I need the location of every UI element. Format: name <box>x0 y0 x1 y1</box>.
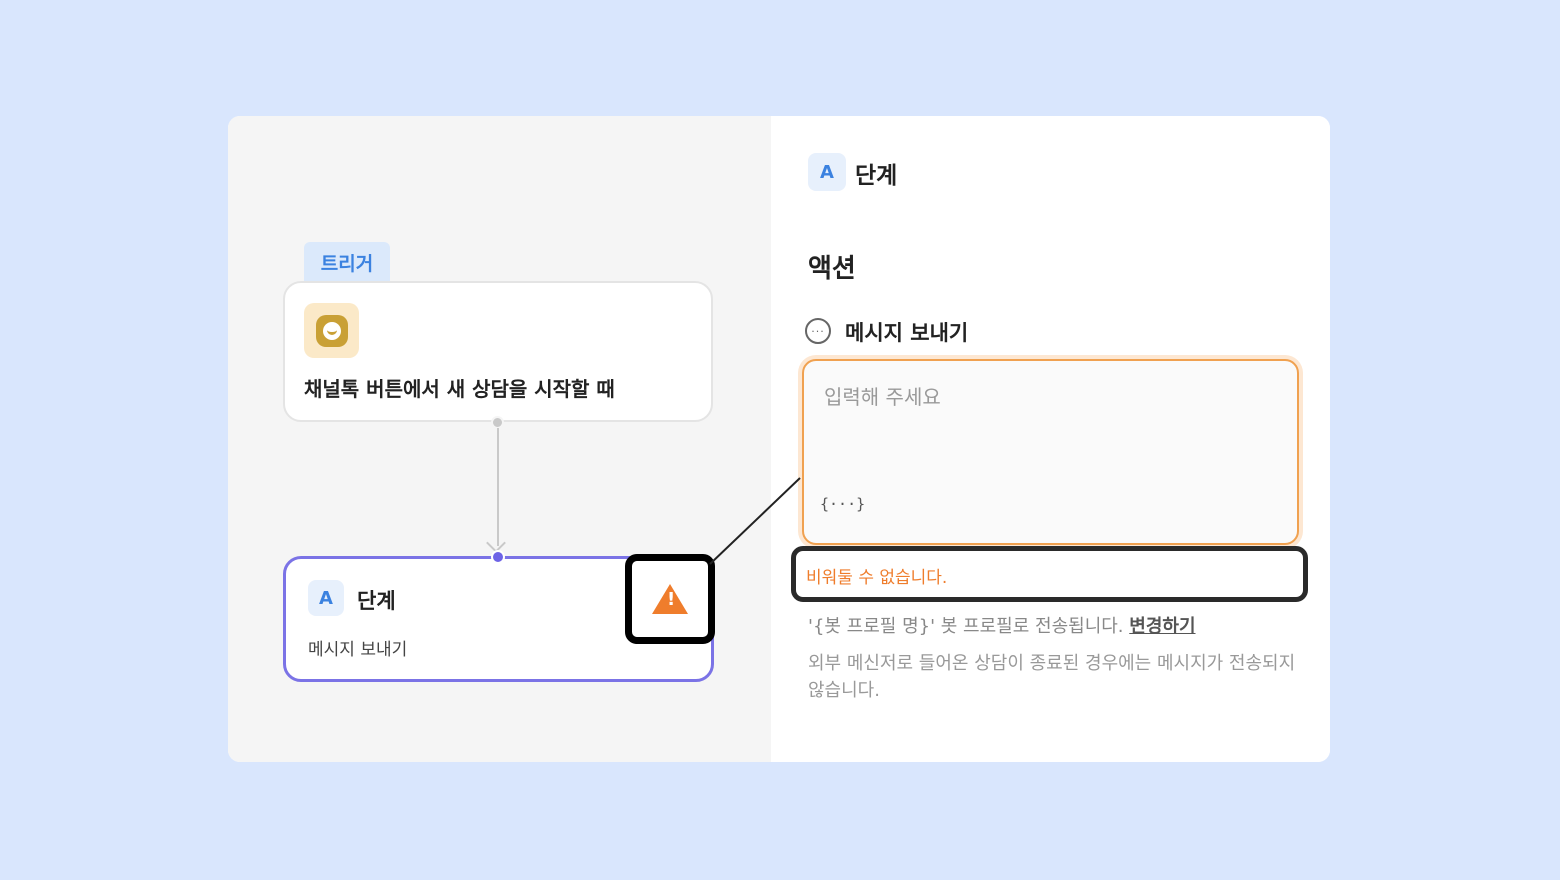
error-message: 비워둘 수 없습니다. <box>806 568 948 588</box>
trigger-tag: 트리거 <box>304 242 390 282</box>
step-title: 단계 <box>357 589 396 613</box>
message-input[interactable] <box>824 381 1274 471</box>
connector-line <box>497 428 499 546</box>
channel-talk-icon <box>304 303 359 358</box>
bot-profile-text: '{봇 프로필 명}' 봇 프로필로 전송됩니다. <box>808 616 1130 637</box>
message-input-box[interactable]: {···} <box>802 359 1299 545</box>
flow-canvas[interactable]: 트리거 채널톡 버튼에서 새 상담을 시작할 때 A 단계 메시지 보내기 ! <box>228 116 771 762</box>
warning-icon: ! <box>652 584 688 614</box>
external-messenger-note: 외부 메신저로 들어온 상담이 종료된 경우에는 메시지가 전송되지 않습니다. <box>808 653 1296 701</box>
panel-step-title: 단계 <box>855 163 898 189</box>
chat-bubble-icon: ··· <box>805 318 831 344</box>
step-badge: A <box>308 580 344 616</box>
step-settings-panel: A 단계 액션 ··· 메시지 보내기 {···} 비워둘 수 없습니다. '{… <box>771 116 1330 762</box>
section-title: 액션 <box>808 254 856 284</box>
step-subtitle: 메시지 보내기 <box>308 640 408 660</box>
change-profile-link[interactable]: 변경하기 <box>1129 616 1195 637</box>
trigger-title: 채널톡 버튼에서 새 상담을 시작할 때 <box>304 377 615 401</box>
bot-profile-line: '{봇 프로필 명}' 봇 프로필로 전송됩니다. 변경하기 <box>808 612 1196 638</box>
editor-card: 트리거 채널톡 버튼에서 새 상담을 시작할 때 A 단계 메시지 보내기 ! … <box>228 116 1330 762</box>
variable-insert-button[interactable]: {···} <box>820 495 865 513</box>
error-highlight: 비워둘 수 없습니다. <box>791 546 1308 602</box>
panel-step-badge: A <box>808 153 846 191</box>
trigger-node[interactable]: 채널톡 버튼에서 새 상담을 시작할 때 <box>283 281 713 422</box>
step-input-port[interactable] <box>491 550 505 564</box>
warning-highlight[interactable]: ! <box>625 554 715 644</box>
action-title: 메시지 보내기 <box>845 321 969 345</box>
